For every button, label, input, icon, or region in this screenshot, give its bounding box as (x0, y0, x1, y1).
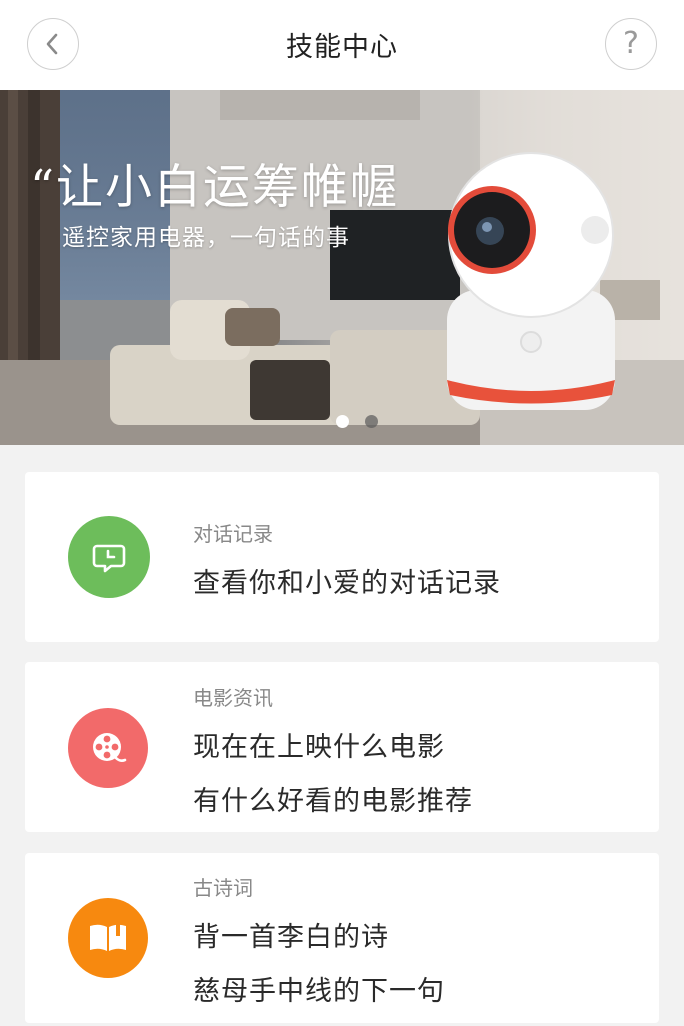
banner-subline: 遥控家用电器，一句话的事 (62, 225, 350, 251)
skill-category: 古诗词 (193, 876, 253, 900)
skill-example: 有什么好看的电影推荐 (193, 786, 473, 817)
skill-category: 对话记录 (193, 522, 273, 546)
promo-banner[interactable]: “让小白运筹帷幄 遥控家用电器，一句话的事 (0, 90, 684, 445)
skill-card-movie-info[interactable]: 电影资讯 现在在上映什么电影 有什么好看的电影推荐 (25, 662, 659, 832)
book-icon (68, 898, 148, 978)
skill-card-classic-poetry[interactable]: 古诗词 背一首李白的诗 慈母手中线的下一句 (25, 853, 659, 1023)
page-title: 技能中心 (286, 32, 398, 63)
chat-clock-icon (68, 516, 150, 598)
carousel-indicator (336, 415, 378, 428)
carousel-dot-active[interactable] (336, 415, 349, 428)
skill-category: 电影资讯 (193, 686, 273, 710)
camera-illustration (447, 152, 615, 410)
skill-example: 背一首李白的诗 (193, 922, 389, 953)
banner-headline: “让小白运筹帷幄 (30, 160, 400, 215)
skill-example: 查看你和小爱的对话记录 (193, 568, 501, 599)
skill-card-chat-history[interactable]: 对话记录 查看你和小爱的对话记录 (25, 472, 659, 642)
banner-image (0, 90, 684, 445)
skill-example: 现在在上映什么电影 (193, 732, 445, 763)
skill-example: 慈母手中线的下一句 (193, 976, 445, 1007)
question-mark-icon: ? (623, 26, 639, 61)
top-nav-bar: 技能中心 ? (0, 0, 684, 90)
film-reel-icon (68, 708, 148, 788)
carousel-dot[interactable] (365, 415, 378, 428)
help-button[interactable]: ? (605, 18, 657, 70)
